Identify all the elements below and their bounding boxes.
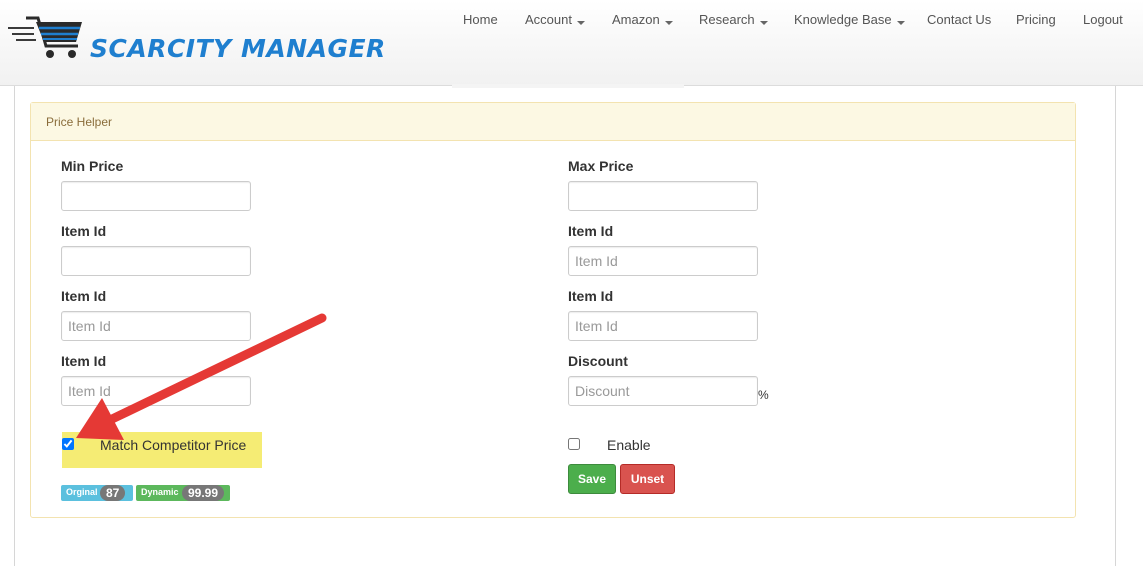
nav-item-label: Account	[525, 12, 572, 27]
min-price-label: Min Price	[61, 158, 124, 174]
nav-item-home[interactable]: Home	[463, 12, 498, 27]
item-id-input-2[interactable]	[61, 311, 251, 341]
nav-item-contact-us[interactable]: Contact Us	[927, 12, 991, 27]
nav-item-label: Contact Us	[927, 12, 992, 27]
nav-item-amazon[interactable]: Amazon	[612, 12, 673, 27]
caret-down-icon	[576, 21, 585, 25]
min-price-input[interactable]	[61, 181, 251, 211]
nav-item-label: Logout	[1083, 12, 1123, 27]
item-id-label-5: Item Id	[568, 288, 614, 304]
brand-name: SCARCITY MANAGER	[90, 34, 386, 63]
nav-item-knowledge-base[interactable]: Knowledge Base	[794, 12, 905, 27]
caret-down-icon	[896, 21, 905, 25]
percent-suffix: %	[758, 388, 769, 402]
max-price-label: Max Price	[568, 158, 634, 174]
item-id-input-3[interactable]	[61, 376, 251, 406]
item-id-label-1: Item Id	[61, 223, 107, 239]
nav-item-label: Research	[699, 12, 755, 27]
dynamic-value-pill: 99.99	[182, 485, 225, 501]
item-id-label-2: Item Id	[61, 288, 107, 304]
nav-item-label: Amazon	[612, 12, 660, 27]
dynamic-badge-label: Dynamic	[141, 487, 179, 497]
item-id-label-3: Item Id	[61, 353, 107, 369]
main-nav: Home Account Amazon Research Knowledge Base C…	[0, 12, 1143, 32]
nav-item-label: Knowledge Base	[794, 12, 892, 27]
discount-label: Discount	[568, 353, 628, 369]
caret-down-icon	[759, 21, 768, 25]
caret-down-icon	[664, 21, 673, 25]
nav-item-label: Home	[463, 12, 498, 27]
nav-item-label: Pricing	[1016, 12, 1056, 27]
unset-button[interactable]: Unset	[620, 464, 675, 494]
original-value-pill: 87	[100, 485, 126, 501]
save-button[interactable]: Save	[568, 464, 616, 494]
item-id-label-4: Item Id	[568, 223, 614, 239]
match-competitor-checkbox[interactable]	[62, 438, 74, 450]
item-id-input-5[interactable]	[568, 311, 758, 341]
nav-item-pricing[interactable]: Pricing	[1016, 12, 1056, 27]
max-price-input[interactable]	[568, 181, 758, 211]
enable-label: Enable	[607, 437, 651, 453]
original-badge-label: Orginal	[66, 487, 98, 497]
panel-title: Price Helper	[31, 103, 1075, 141]
top-navbar: SCARCITY MANAGER Home Account Amazon Resear…	[0, 0, 1143, 88]
nav-item-research[interactable]: Research	[699, 12, 768, 27]
enable-checkbox[interactable]	[568, 438, 580, 450]
item-id-input-1[interactable]	[61, 246, 251, 276]
nav-item-logout[interactable]: Logout	[1083, 12, 1123, 27]
match-competitor-label: Match Competitor Price	[100, 437, 247, 453]
discount-input[interactable]	[568, 376, 758, 406]
nav-item-account[interactable]: Account	[525, 12, 585, 27]
item-id-input-4[interactable]	[568, 246, 758, 276]
